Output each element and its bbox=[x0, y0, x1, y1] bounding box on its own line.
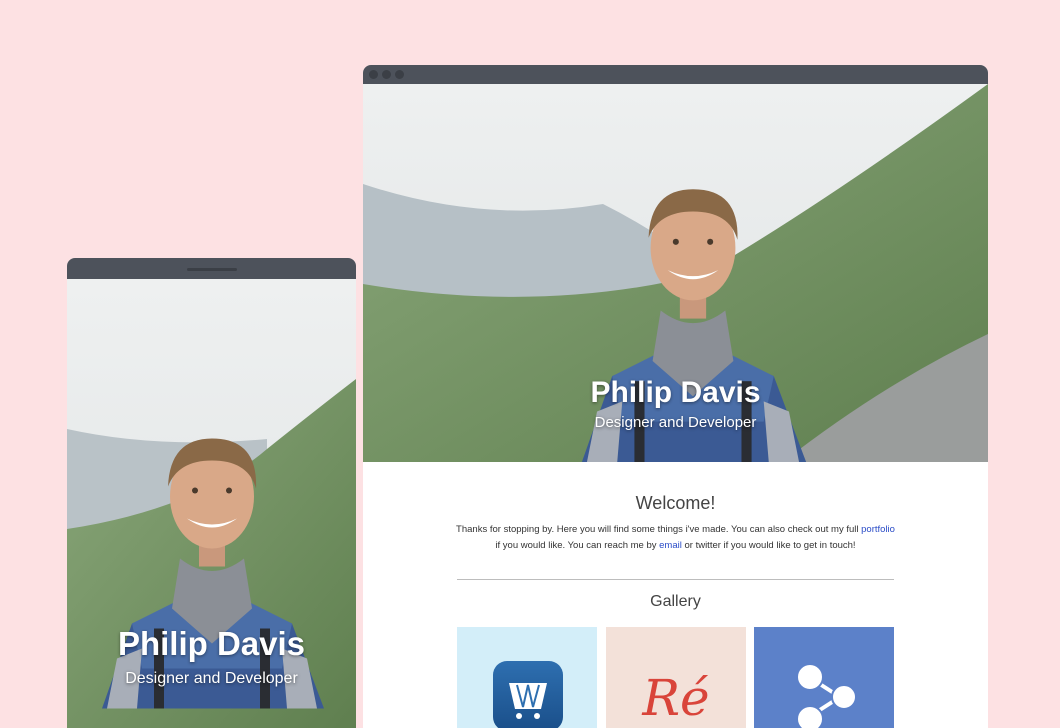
minimize-dot-icon[interactable] bbox=[382, 70, 391, 79]
gallery-item-re[interactable]: Ré bbox=[606, 627, 746, 728]
desktop-mockup: Philip Davis Designer and Developer Welc… bbox=[363, 65, 988, 728]
re-lettering-text: Ré bbox=[641, 669, 709, 727]
mobile-hero: Philip Davis Designer and Developer bbox=[67, 279, 356, 728]
close-dot-icon[interactable] bbox=[369, 70, 378, 79]
share-icon bbox=[796, 663, 857, 728]
welcome-text-3: or twitter if you would like to get in t… bbox=[681, 540, 856, 551]
hero-name: Philip Davis bbox=[590, 376, 761, 409]
welcome-text-2: if you would like. You can reach me by bbox=[495, 540, 660, 551]
window-controls bbox=[369, 70, 404, 79]
gallery-heading: Gallery bbox=[650, 593, 701, 610]
welcome-paragraph: Thanks for stopping by. Here you will fi… bbox=[455, 522, 896, 554]
mobile-hero-name: Philip Davis bbox=[117, 625, 306, 662]
desktop-window-bar bbox=[363, 65, 988, 84]
gallery-item-cart-app[interactable] bbox=[457, 627, 597, 728]
speaker-slot-icon bbox=[187, 268, 237, 271]
cart-icon bbox=[493, 661, 563, 728]
re-lettering-icon: Ré bbox=[641, 669, 709, 727]
mobile-mockup: Philip Davis Designer and Developer bbox=[67, 258, 356, 728]
hero-role: Designer and Developer bbox=[594, 414, 757, 431]
desktop-hero: Philip Davis Designer and Developer bbox=[363, 84, 988, 462]
mobile-top-bar bbox=[67, 258, 356, 279]
section-divider bbox=[457, 579, 894, 580]
welcome-text-1: Thanks for stopping by. Here you will fi… bbox=[456, 524, 862, 535]
gallery-item-share[interactable] bbox=[754, 627, 894, 728]
welcome-heading: Welcome! bbox=[635, 493, 716, 513]
main-content: Welcome! Thanks for stopping by. Here yo… bbox=[363, 462, 988, 728]
portfolio-link[interactable]: portfolio bbox=[861, 524, 895, 535]
email-link[interactable]: email bbox=[659, 540, 682, 551]
maximize-dot-icon[interactable] bbox=[395, 70, 404, 79]
mobile-hero-role: Designer and Developer bbox=[125, 670, 298, 687]
